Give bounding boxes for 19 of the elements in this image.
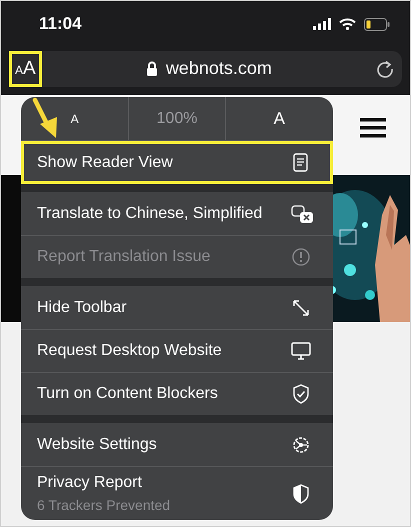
menu-item[interactable]: Request Desktop Website <box>21 329 333 372</box>
menu-icon[interactable] <box>360 118 386 138</box>
signal-icon <box>313 18 331 30</box>
menu-item[interactable]: Hide Toolbar <box>21 286 333 329</box>
translate-icon <box>291 204 313 224</box>
menu-item[interactable]: Show Reader View <box>21 141 333 184</box>
reload-icon[interactable] <box>376 60 394 78</box>
url-text[interactable]: webnots.com <box>166 55 272 82</box>
status-time: 11:04 <box>39 13 82 36</box>
menu-item[interactable]: Privacy Report 6 Trackers Prevented <box>21 466 333 520</box>
lock-icon <box>146 61 158 76</box>
menu-item[interactable]: Translate to Chinese, Simplified <box>21 192 333 235</box>
zoom-level: 100% <box>156 108 198 128</box>
battery-icon <box>364 18 390 30</box>
increase-text-button[interactable]: A <box>226 97 333 140</box>
menu-item[interactable]: Website Settings <box>21 423 333 466</box>
wifi-icon <box>339 18 356 30</box>
desktop-icon <box>291 341 313 361</box>
text-size-button[interactable]: AA <box>9 50 42 86</box>
